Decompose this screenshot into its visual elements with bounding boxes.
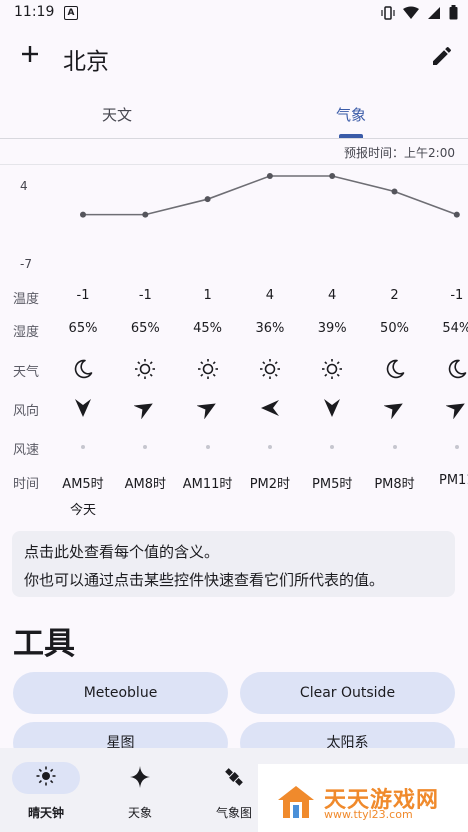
wind-speed-dot[interactable] <box>267 445 272 449</box>
clear-outside-button[interactable]: Clear Outside <box>240 672 455 714</box>
wind-direction-icon[interactable] <box>239 396 301 420</box>
temperature-cell[interactable]: -1 <box>426 288 468 303</box>
wind-direction-icon[interactable] <box>52 396 114 420</box>
temperature-line <box>83 175 458 216</box>
edit-button[interactable] <box>430 44 454 72</box>
signal-icon <box>428 6 440 19</box>
wind-direction-icon[interactable] <box>177 396 239 420</box>
wind-speed-dot[interactable] <box>205 445 210 449</box>
row-label-wind-speed: 风速 <box>13 443 40 458</box>
wind-direction-icon[interactable] <box>364 396 426 420</box>
tools-heading: 工具 <box>13 626 75 662</box>
temperature-cell[interactable]: 2 <box>364 288 426 303</box>
plus-icon <box>22 46 38 62</box>
temperature-point <box>329 173 336 179</box>
tab-astronomy[interactable]: 天文 <box>0 104 234 125</box>
today-label: 今天 <box>69 503 96 518</box>
temperature-cell[interactable]: -1 <box>114 288 176 303</box>
row-label-temperature: 温度 <box>13 292 40 307</box>
wind-direction-icon[interactable] <box>426 396 468 420</box>
wind-speed-dot[interactable] <box>330 445 335 449</box>
pencil-icon <box>433 46 452 65</box>
sun-icon[interactable] <box>239 357 301 381</box>
sun-icon[interactable] <box>177 357 239 381</box>
row-label-weather: 天气 <box>13 365 40 380</box>
temperature-point <box>80 211 86 218</box>
humidity-cell[interactable]: 45% <box>177 321 239 336</box>
status-icons <box>381 5 458 20</box>
watermark: 天天游戏网 www.ttyl23.com <box>258 764 468 832</box>
temperature-point <box>453 211 460 218</box>
temperature-cell[interactable]: 1 <box>177 288 239 303</box>
page-title: 北京 <box>63 49 109 75</box>
humidity-cell[interactable]: 36% <box>239 321 301 336</box>
time-cell[interactable]: AM5时 <box>52 473 114 492</box>
temperature-chart[interactable] <box>0 166 468 266</box>
time-cell[interactable]: PM8时 <box>364 473 426 492</box>
temperature-cell[interactable]: -1 <box>52 288 114 303</box>
sparkle-icon <box>100 766 180 792</box>
time-cell[interactable]: AM8时 <box>114 473 176 492</box>
status-time: 11:19 <box>14 4 55 20</box>
temperature-cell[interactable]: 4 <box>301 288 363 303</box>
row-label-wind-direction: 风向 <box>13 404 40 419</box>
time-cell[interactable]: PM11 <box>426 473 468 488</box>
tab-weather[interactable]: 气象 <box>234 104 468 125</box>
tab-indicator <box>339 134 363 138</box>
temperature-point <box>204 196 211 203</box>
status-bar: 11:19 A <box>0 0 468 26</box>
info-line-2: 你也可以通过点击某些控件快速查看它们所代表的值。 <box>24 571 385 589</box>
sun-icon <box>0 766 92 790</box>
time-cell[interactable]: PM2时 <box>239 473 301 492</box>
humidity-cell[interactable]: 39% <box>301 321 363 336</box>
house-logo-icon <box>278 786 314 818</box>
vibrate-icon <box>381 5 395 20</box>
moon-icon[interactable] <box>426 357 468 381</box>
time-cell[interactable]: PM5时 <box>301 473 363 492</box>
humidity-cell[interactable]: 50% <box>364 321 426 336</box>
nav-label-sky: 天象 <box>127 806 152 820</box>
wind-speed-dot[interactable] <box>392 445 397 449</box>
forecast-time: 预报时间：上午2:00 <box>344 146 455 160</box>
wind-direction-icon[interactable] <box>301 396 363 420</box>
humidity-cell[interactable]: 65% <box>114 321 176 336</box>
moon-icon[interactable] <box>364 357 426 381</box>
time-cell[interactable]: AM11时 <box>177 473 239 492</box>
wind-speed-dot[interactable] <box>454 445 459 449</box>
sun-icon[interactable] <box>114 357 176 381</box>
meteoblue-button[interactable]: Meteoblue <box>13 672 228 714</box>
wind-direction-icon[interactable] <box>114 396 176 420</box>
add-location-button[interactable] <box>16 40 44 68</box>
humidity-cell[interactable]: 65% <box>52 321 114 336</box>
info-line-1: 点击此处查看每个值的含义。 <box>24 543 220 561</box>
nav-item-sky[interactable]: 天象 <box>100 748 180 832</box>
nav-label-clear-sky-clock: 晴天钟 <box>27 806 64 820</box>
temperature-point <box>391 188 398 195</box>
wind-speed-dot[interactable] <box>81 445 85 449</box>
app-bar: 北京 <box>0 26 468 90</box>
wind-speed-dot[interactable] <box>143 445 148 449</box>
divider <box>0 164 468 165</box>
nav-item-clear-sky-clock[interactable]: 晴天钟 <box>0 748 92 832</box>
tab-bar: 天文 气象 <box>0 90 468 139</box>
notification-a-icon: A <box>64 6 78 20</box>
sun-icon[interactable] <box>301 357 363 381</box>
row-label-time: 时间 <box>13 477 40 492</box>
temperature-point <box>266 173 273 179</box>
temperature-cell[interactable]: 4 <box>239 288 301 303</box>
battery-icon <box>449 5 458 20</box>
temperature-point <box>142 211 149 218</box>
watermark-url: www.ttyl23.com <box>324 808 413 821</box>
info-box[interactable]: 点击此处查看每个值的含义。 你也可以通过点击某些控件快速查看它们所代表的值。 <box>12 531 455 597</box>
row-label-humidity: 湿度 <box>13 325 40 340</box>
humidity-cell[interactable]: 54% <box>426 321 468 336</box>
moon-icon[interactable] <box>52 357 114 381</box>
wifi-icon <box>403 6 419 19</box>
